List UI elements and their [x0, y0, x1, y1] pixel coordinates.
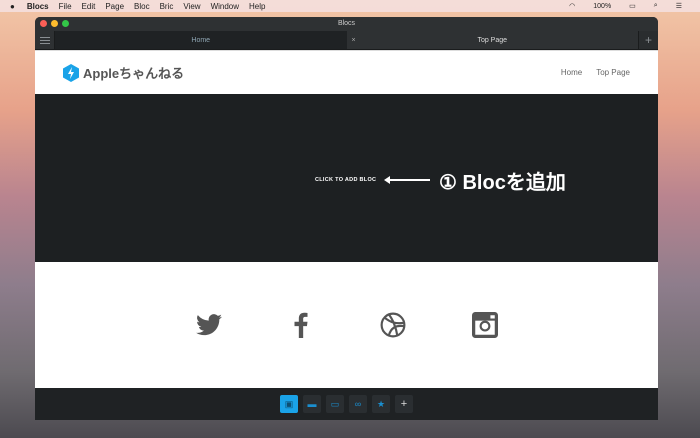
folder-button[interactable]: ▬: [303, 395, 321, 413]
menu-help[interactable]: Help: [249, 2, 265, 11]
minimize-button[interactable]: [51, 20, 58, 27]
hero-bloc[interactable]: CLICK TO ADD BLOC ① Blocを追加: [35, 94, 658, 262]
title-bar: Blocs: [35, 17, 658, 31]
wifi-icon[interactable]: ◠: [569, 2, 575, 10]
list-icon[interactable]: ☰: [676, 2, 682, 10]
app-window: Blocs Home × Top Page + Appleちゃんねる Home T…: [35, 17, 658, 420]
menu-file[interactable]: File: [59, 2, 72, 11]
link-button[interactable]: ∞: [349, 395, 367, 413]
star-icon: ★: [376, 398, 386, 409]
nav-home[interactable]: Home: [561, 68, 582, 77]
bolt-logo-icon: [63, 63, 79, 82]
zoom-button[interactable]: [62, 20, 69, 27]
favorites-button[interactable]: ★: [372, 395, 390, 413]
folder-icon: ▬: [307, 399, 317, 409]
annotation-text: ① Blocを追加: [439, 172, 566, 194]
search-icon[interactable]: ⌕: [654, 2, 658, 10]
menu-bar: ● Blocs File Edit Page Bloc Bric View Wi…: [0, 0, 700, 12]
plus-icon: +: [400, 398, 408, 410]
menu-view[interactable]: View: [183, 2, 200, 11]
add-bloc-button[interactable]: CLICK TO ADD BLOC: [315, 177, 376, 183]
menu-page[interactable]: Page: [105, 2, 124, 11]
hamburger-menu-icon[interactable]: [35, 31, 55, 49]
tab-top-page[interactable]: × Top Page: [346, 31, 638, 50]
link-icon: ∞: [354, 399, 362, 409]
battery-text[interactable]: 100%: [593, 3, 611, 10]
tab-label: Home: [191, 37, 211, 44]
site-navbar: Appleちゃんねる Home Top Page: [35, 50, 658, 94]
tab-label: Top Page: [477, 37, 508, 44]
close-tab-icon[interactable]: ×: [352, 31, 356, 50]
social-bloc: [35, 262, 658, 388]
site-brand[interactable]: Appleちゃんねる: [83, 63, 184, 82]
arrow-icon: [384, 176, 430, 184]
bottom-toolbar: ▣ ▬ ▭ ∞ ★ +: [35, 388, 658, 420]
add-button[interactable]: +: [395, 395, 413, 413]
window-title: Blocs: [337, 20, 356, 27]
nav-top-page[interactable]: Top Page: [596, 68, 630, 77]
menu-bric[interactable]: Bric: [160, 2, 174, 11]
button-bric-button[interactable]: ▭: [326, 395, 344, 413]
image-bloc-button[interactable]: ▣: [280, 395, 298, 413]
tab-bar: Home × Top Page +: [35, 31, 658, 50]
image-icon: ▣: [284, 398, 294, 409]
twitter-icon[interactable]: [194, 310, 224, 340]
add-tab-button[interactable]: +: [638, 31, 658, 49]
menu-bloc[interactable]: Bloc: [134, 2, 150, 11]
apple-icon[interactable]: ●: [10, 2, 15, 11]
tab-home[interactable]: Home: [55, 31, 347, 49]
menu-edit[interactable]: Edit: [82, 2, 96, 11]
close-button[interactable]: [40, 20, 47, 27]
battery-icon[interactable]: ▭: [629, 2, 636, 10]
facebook-icon[interactable]: [286, 310, 316, 340]
button-icon: ▭: [330, 398, 340, 409]
instagram-icon[interactable]: [470, 310, 500, 340]
menu-window[interactable]: Window: [211, 2, 239, 11]
dribbble-icon[interactable]: [378, 310, 408, 340]
menu-app[interactable]: Blocs: [27, 2, 49, 11]
